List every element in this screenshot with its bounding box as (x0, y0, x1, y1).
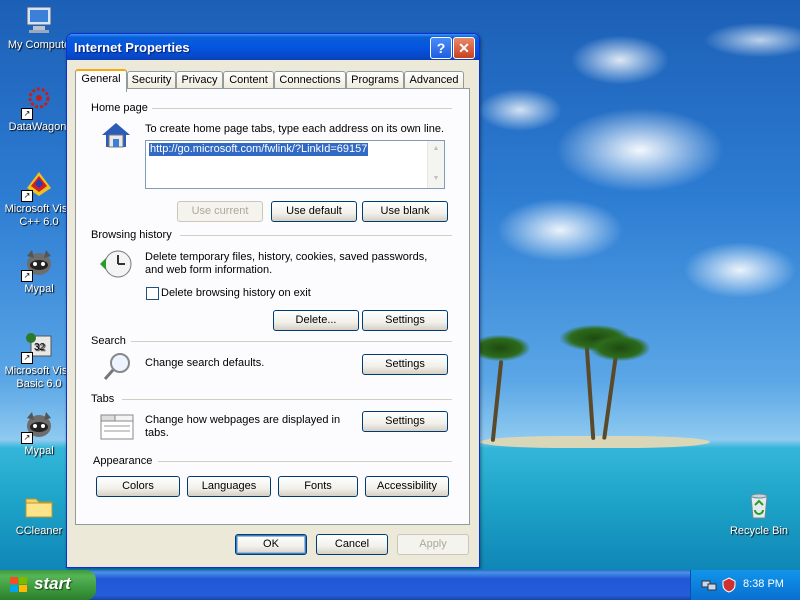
appearance-divider (158, 461, 452, 462)
colors-button[interactable]: Colors (96, 476, 180, 497)
accessibility-button[interactable]: Accessibility (365, 476, 449, 497)
tabs-settings-button[interactable]: Settings (362, 411, 448, 432)
appearance-group-title: Appearance (93, 455, 153, 467)
delete-button[interactable]: Delete... (273, 310, 359, 331)
tabs-description: Change how webpages are displayed in tab… (145, 414, 341, 439)
url-textarea-scrollbar[interactable]: ▲ ▼ (427, 141, 444, 188)
start-button[interactable]: start (0, 570, 96, 600)
languages-button[interactable]: Languages (187, 476, 271, 497)
search-group-title: Search (91, 335, 126, 347)
search-settings-button[interactable]: Settings (362, 354, 448, 375)
visual-cpp-icon: ↗ (21, 168, 55, 202)
browsing-history-description: Delete temporary files, history, cookies… (145, 251, 428, 276)
desktop-icon-recycle-bin[interactable]: Recycle Bin (720, 490, 798, 538)
fonts-button[interactable]: Fonts (278, 476, 358, 497)
home-page-url-textarea[interactable]: http://go.microsoft.com/fwlink/?LinkId=6… (145, 140, 445, 189)
start-label: start (34, 574, 71, 593)
scroll-down-arrow-icon[interactable]: ▼ (430, 173, 442, 185)
tabs-window-icon (100, 411, 134, 444)
magnifier-icon (102, 351, 134, 386)
internet-properties-dialog: Internet Properties ? ✕ General Security… (66, 33, 480, 568)
cancel-button[interactable]: Cancel (316, 534, 388, 555)
title-bar[interactable]: Internet Properties ? ✕ (67, 34, 479, 60)
mypal-icon: ↗ (21, 410, 55, 444)
tab-general[interactable]: General (75, 69, 127, 92)
use-current-button[interactable]: Use current (177, 201, 263, 222)
ok-button[interactable]: OK (235, 534, 307, 555)
search-divider (131, 341, 452, 342)
delete-history-on-exit-checkbox[interactable] (146, 287, 159, 300)
system-tray: 8:38 PM (690, 570, 800, 600)
home-page-description: To create home page tabs, type each addr… (145, 123, 445, 135)
use-default-button[interactable]: Use default (271, 201, 357, 222)
help-button[interactable]: ? (430, 37, 452, 59)
network-icon[interactable] (701, 577, 717, 596)
home-page-url-value: http://go.microsoft.com/fwlink/?LinkId=6… (149, 143, 369, 156)
tabs-divider (122, 399, 452, 400)
general-tab-panel: Home page To create home page tabs, type… (75, 88, 470, 525)
folder-icon (23, 490, 55, 522)
dialog-title: Internet Properties (74, 40, 190, 55)
house-icon (100, 121, 132, 152)
browsing-history-divider (180, 235, 452, 236)
windows-logo-icon (10, 577, 28, 593)
security-shield-icon[interactable] (721, 577, 737, 596)
use-blank-button[interactable]: Use blank (362, 201, 448, 222)
taskbar: start 8:38 PM (0, 570, 800, 600)
computer-icon (23, 4, 55, 36)
close-button[interactable]: ✕ (453, 37, 475, 59)
browsing-history-group-title: Browsing history (91, 229, 172, 241)
scroll-up-arrow-icon[interactable]: ▲ (430, 143, 442, 155)
mypal-icon: ↗ (21, 248, 55, 282)
clock[interactable]: 8:38 PM (743, 578, 784, 590)
home-page-group-title: Home page (91, 102, 148, 114)
recycle-bin-icon (743, 490, 775, 522)
browsing-history-settings-button[interactable]: Settings (362, 310, 448, 331)
datawagon-icon: ↗ (21, 86, 55, 120)
visual-basic-icon: 32 ↗ (21, 330, 55, 364)
search-description: Change search defaults. (145, 357, 265, 369)
home-page-divider (152, 108, 452, 109)
delete-history-on-exit-label[interactable]: Delete browsing history on exit (161, 287, 311, 300)
tabs-group-title: Tabs (91, 393, 115, 405)
svg-text:32: 32 (34, 342, 46, 353)
apply-button[interactable]: Apply (397, 534, 469, 555)
history-clock-icon (98, 247, 134, 284)
